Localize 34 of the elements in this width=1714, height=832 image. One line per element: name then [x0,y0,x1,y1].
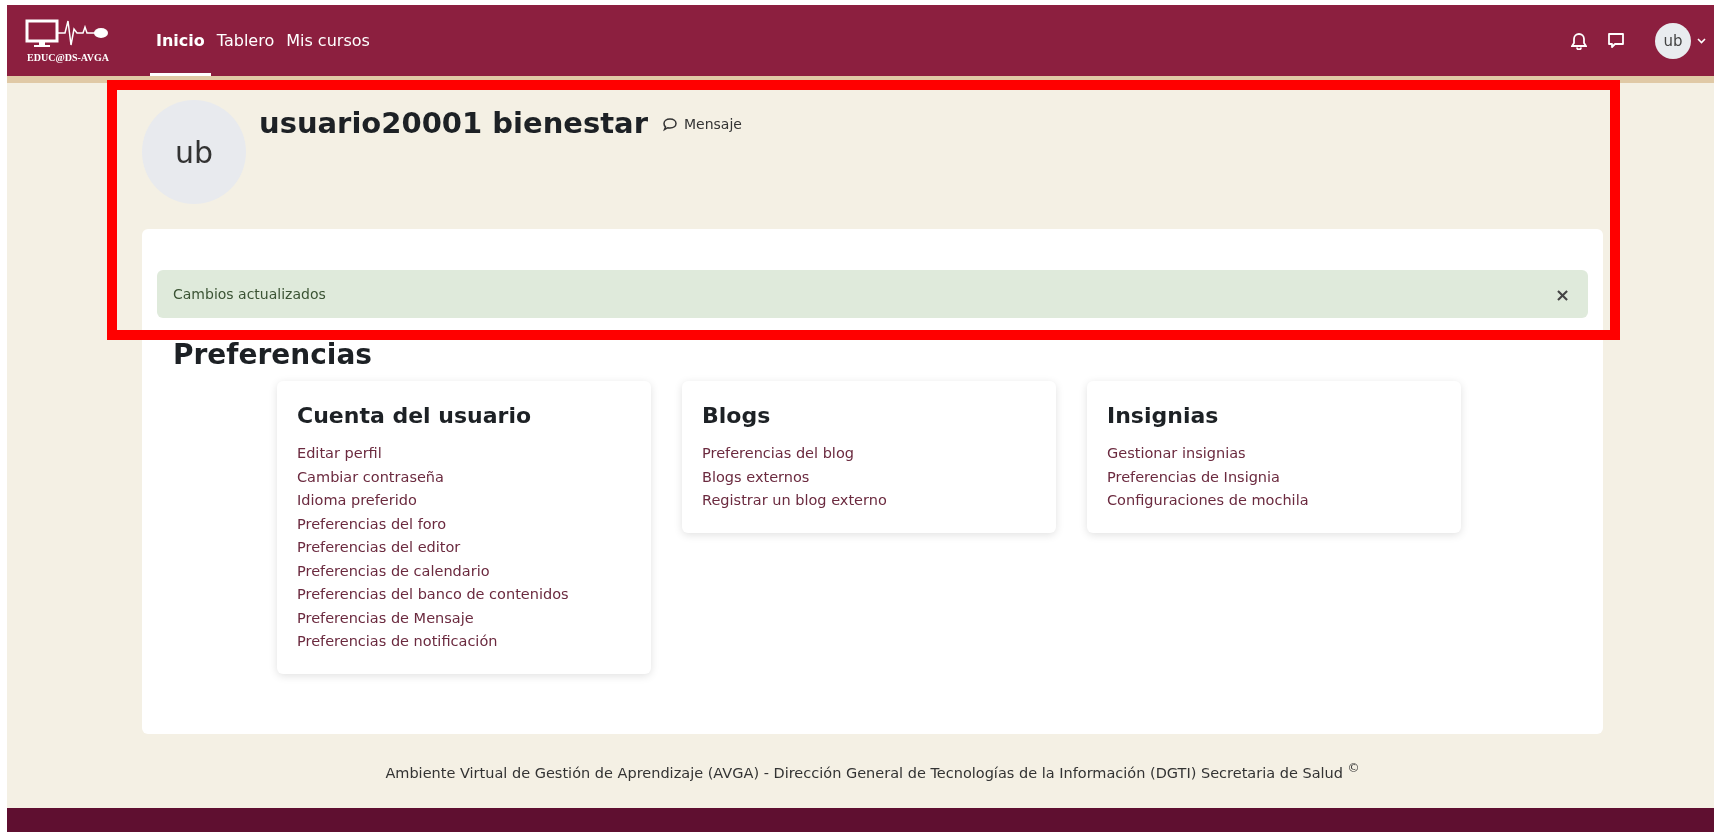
preference-link[interactable]: Preferencias del foro [297,512,631,536]
preference-link[interactable]: Preferencias de calendario [297,559,631,583]
logo-text: EDUC@DS-AVGA [27,51,109,63]
user-name: usuario20001 bienestar [259,106,648,140]
footer-text: Ambiente Virtual de Gestión de Aprendizaje (AVGA) - Dirección General de Tecnologías de la Información (DGTI) Secretaria de Salud $^{©}$ [385,761,1360,781]
nav-link[interactable]: Tablero [210,5,281,76]
preference-link[interactable]: Cambiar contraseña [297,465,631,489]
preference-link[interactable]: Preferencias del editor [297,536,631,560]
card-title: Insignias [1107,403,1220,428]
close-button[interactable]: × [1550,283,1574,305]
preference-link[interactable]: Configuraciones de mochila [1107,489,1441,513]
card-title: Blogs [702,403,772,428]
preference-link[interactable]: Preferencias de notificación [297,630,631,654]
user-avatar[interactable]: ub [1655,22,1691,59]
preference-link[interactable]: Blogs externos [702,465,1036,489]
chat-icon[interactable] [1607,31,1625,50]
profile-avatar: ub [142,100,246,204]
preference-link[interactable]: Gestionar insignias [1107,442,1441,466]
preference-link[interactable]: Preferencias del blog [702,442,1036,466]
speech-bubble-icon [661,116,678,132]
preference-link[interactable]: Preferencias de Mensaje [297,606,631,630]
alert-text: Cambios actualizados [173,286,326,302]
caret-icon[interactable] [1697,37,1706,44]
message-link[interactable]: Mensaje [661,116,742,132]
notification-bell-icon[interactable] [1571,31,1587,50]
card-title: Cuenta del usuario [297,403,533,428]
preference-link[interactable]: Registrar un blog externo [702,489,1036,513]
preference-link[interactable]: Editar perfil [297,442,631,466]
monitor-heartbeat-logo-icon [25,18,111,49]
preference-link[interactable]: Idioma preferido [297,489,631,513]
preference-link[interactable]: Preferencias del banco de contenidos [297,583,631,607]
preference-link[interactable]: Preferencias de Insignia [1107,465,1441,489]
section-title: Preferencias [173,338,373,371]
nav-link[interactable]: Mis cursos [280,5,376,76]
